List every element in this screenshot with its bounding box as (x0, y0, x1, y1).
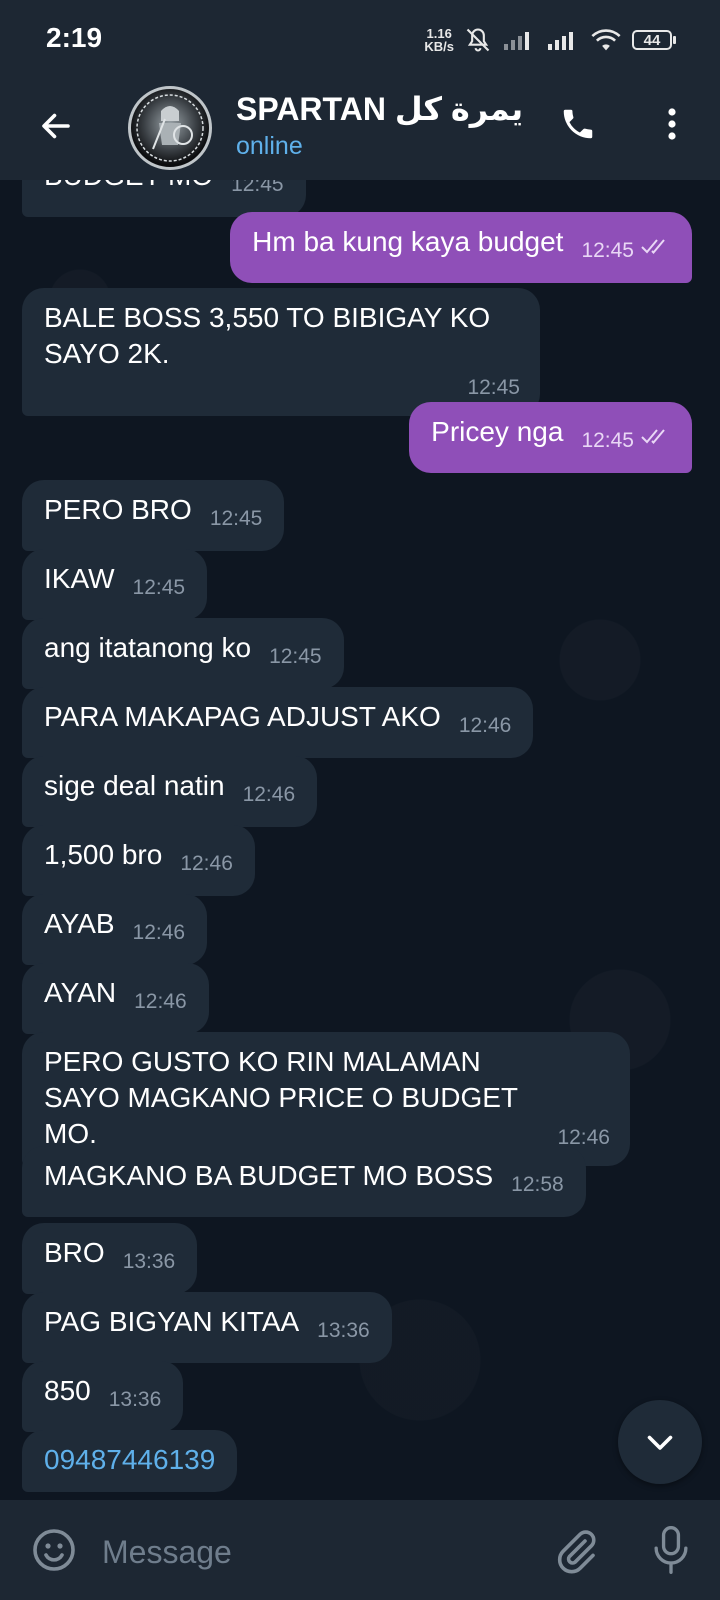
microphone-button[interactable] (648, 1524, 694, 1576)
message-bubble[interactable]: Hm ba kung kaya budget 12:45 (230, 212, 692, 283)
avatar[interactable] (128, 86, 212, 170)
message-time: 12:45 (269, 645, 322, 668)
emoji-icon (33, 1529, 75, 1571)
status-bar: 2:19 1.16 KB/s 44 (0, 0, 720, 80)
message-text: BRO (44, 1237, 105, 1268)
phone-number-link[interactable]: 09487446139 (44, 1444, 215, 1475)
signal-icon-2 (548, 32, 573, 50)
message-time: 13:36 (108, 1388, 162, 1411)
message-text: MAGKANO BA BUDGET MO BOSS (44, 1160, 494, 1191)
message-bubble[interactable]: BALE BOSS 3,550 TO BIBIGAY KO SAYO 2K. 12… (22, 288, 540, 416)
message-bubble[interactable]: AYAN 12:46 (22, 963, 209, 1034)
message-time: 12:45 (581, 429, 634, 452)
message-text: 1,500 bro (44, 839, 163, 870)
message-time: 12:58 (511, 1173, 564, 1196)
message-input[interactable] (100, 1526, 524, 1578)
message-bubble[interactable]: IKAW 12:45 (22, 549, 208, 620)
message-text: Hm ba kung kaya budget (252, 226, 564, 257)
message-time: 12:45 (231, 180, 284, 196)
message-bubble[interactable]: 09487446139 (22, 1430, 238, 1492)
chat-status: online (236, 132, 303, 160)
message-text: Pricey nga (431, 416, 564, 447)
attach-button[interactable] (552, 1526, 600, 1574)
call-button[interactable] (556, 102, 600, 146)
microphone-icon (654, 1526, 688, 1574)
spartan-warrior-avatar-icon (136, 94, 204, 162)
message-time: 12:46 (242, 783, 296, 806)
signal-icon-1 (504, 32, 529, 50)
message-time: 13:36 (317, 1319, 370, 1342)
message-text: BALE BOSS 3,550 TO BIBIGAY KO SAYO 2K. (44, 302, 491, 369)
message-time: 12:45 (581, 239, 634, 262)
message-bubble[interactable]: 1,500 bro 12:46 (22, 825, 255, 896)
message-time: 12:46 (180, 852, 233, 875)
message-bubble[interactable]: MAGKANO BA BUDGET MO BOSS 12:58 (22, 1146, 586, 1217)
wifi-icon (591, 29, 621, 51)
message-text: 850 (44, 1375, 91, 1406)
message-bubble[interactable]: PERO BRO 12:45 (22, 480, 285, 551)
message-time: 12:46 (134, 990, 187, 1013)
message-bubble[interactable]: PAG BIGYAN KITAA 13:36 (22, 1292, 392, 1363)
message-text: IKAW (44, 563, 115, 594)
message-time: 12:46 (132, 921, 186, 944)
chat-title[interactable]: SPARTAN يمرة كل (236, 90, 523, 128)
chevron-down-icon (647, 1435, 673, 1450)
message-bubble[interactable]: PARA MAKAPAG ADJUST AKO 12:46 (22, 687, 534, 758)
message-time: 12:46 (458, 714, 512, 737)
more-vertical-icon (668, 108, 676, 140)
paperclip-icon (557, 1530, 596, 1574)
message-text: AYAB (44, 908, 115, 939)
message-bubble[interactable]: 850 13:36 (22, 1361, 184, 1432)
status-time: 2:19 (46, 22, 103, 53)
emoji-button[interactable] (30, 1526, 78, 1574)
message-composer (0, 1500, 720, 1600)
net-speed-unit: KB/s (424, 39, 454, 54)
message-text: AYAN (44, 977, 117, 1008)
message-time: 12:45 (132, 576, 186, 599)
message-text: PERO GUSTO KO RIN MALAMAN SAYO MAGKANO P… (44, 1046, 518, 1149)
phone-icon (563, 109, 593, 139)
message-text: PERO BRO (44, 494, 192, 525)
message-bubble[interactable]: AYAB 12:46 (22, 894, 208, 965)
message-bubble[interactable]: BRO 13:36 (22, 1223, 198, 1294)
message-time: 12:45 (467, 376, 520, 399)
battery-level: 44 (632, 30, 672, 50)
double-check-icon (640, 228, 670, 264)
net-speed: 1.16 KB/s (424, 27, 454, 53)
back-button[interactable] (36, 106, 76, 146)
message-text: PAG BIGYAN KITAA (44, 1306, 300, 1337)
back-arrow-icon (42, 113, 70, 139)
message-list[interactable]: BUDGET MO 12:45 Hm ba kung kaya budget 12:… (0, 180, 720, 1500)
message-text: BUDGET MO (44, 180, 213, 191)
battery-icon: 44 (632, 30, 676, 50)
more-menu-button[interactable] (652, 102, 692, 146)
message-bubble[interactable]: ang itatanong ko 12:45 (22, 618, 344, 689)
message-text: ang itatanong ko (44, 632, 252, 663)
message-time: 12:45 (209, 507, 263, 530)
message-bubble[interactable]: sige deal natin 12:46 (22, 756, 318, 827)
status-icons: 1.16 KB/s 44 (424, 22, 676, 58)
message-text: sige deal natin (44, 770, 225, 801)
message-bubble[interactable]: Pricey nga 12:45 (409, 402, 692, 473)
scroll-to-bottom-button[interactable] (618, 1400, 702, 1484)
mute-bell-icon (466, 28, 490, 52)
message-time: 13:36 (122, 1250, 176, 1273)
chat-header: SPARTAN يمرة كل online (0, 80, 720, 180)
message-text: PARA MAKAPAG ADJUST AKO (44, 701, 441, 732)
double-check-icon (640, 418, 670, 454)
